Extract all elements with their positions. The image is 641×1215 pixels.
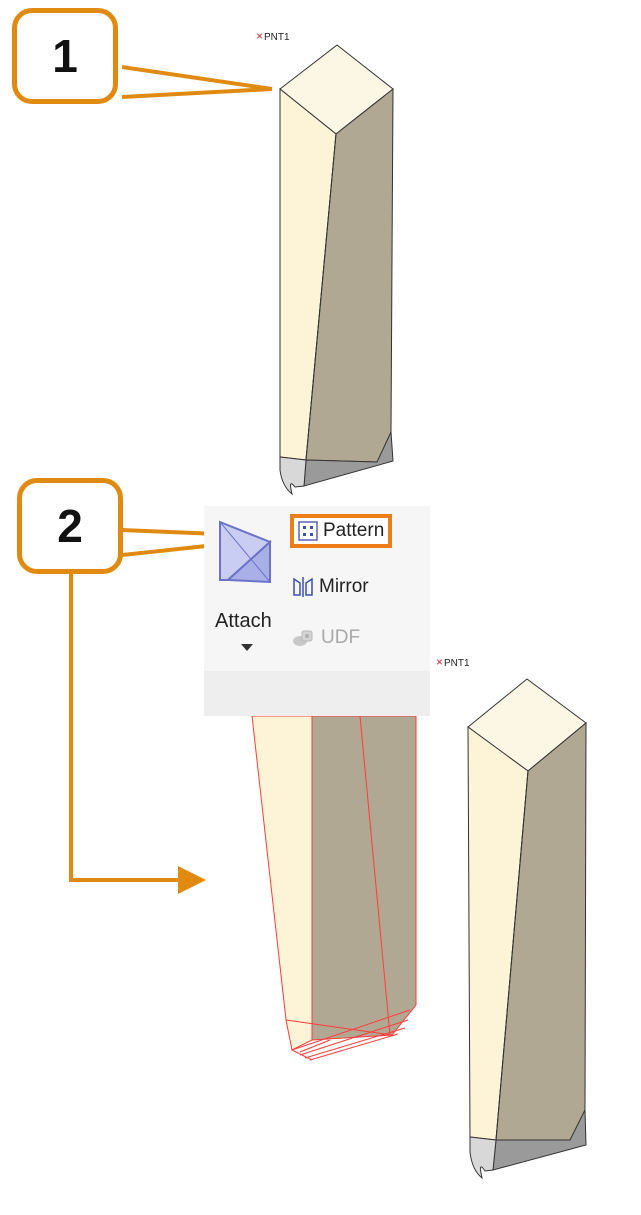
point-marker-icon: × [256, 29, 264, 43]
attach-label: Attach [215, 610, 272, 632]
udf-icon [293, 630, 313, 646]
callout-1: 1 [12, 8, 118, 104]
solid-hook [469, 1136, 497, 1180]
pattern-icon [298, 521, 318, 541]
arrow-head [178, 866, 206, 894]
mirror-button[interactable]: Mirror [292, 572, 369, 602]
mirror-icon [293, 577, 313, 597]
ribbon-group-footer [204, 671, 430, 716]
callout-number: 2 [57, 500, 83, 552]
pattern-label: Pattern [323, 520, 385, 541]
solid-hook [279, 456, 307, 496]
udf-button[interactable]: UDF [292, 623, 360, 653]
callout-1-leader [121, 65, 273, 99]
datum-point-label[interactable]: ×PNT1 [436, 655, 470, 669]
ribbon-group: Attach Pattern Mirror UDF [204, 506, 430, 716]
datum-point-label[interactable]: ×PNT1 [256, 29, 290, 43]
solid-body-pattern-copy[interactable] [467, 678, 587, 1180]
udf-label: UDF [321, 627, 361, 648]
pattern-preview-solid [251, 715, 417, 1061]
callout-2: 2 [17, 478, 123, 574]
attach-icon [219, 520, 272, 584]
chevron-down-icon[interactable] [241, 644, 253, 651]
attach-button[interactable]: Attach [212, 512, 292, 662]
callout-number: 1 [52, 30, 78, 82]
pattern-button[interactable]: Pattern [290, 514, 393, 548]
point-marker-icon: × [436, 655, 444, 669]
mirror-label: Mirror [319, 576, 369, 597]
solid-body-original[interactable] [279, 44, 394, 496]
